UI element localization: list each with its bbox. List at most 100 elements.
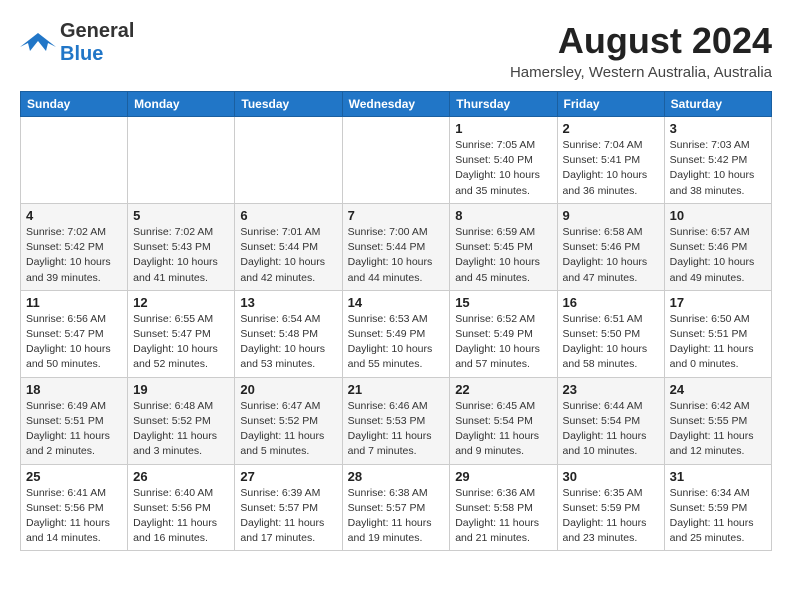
day-number: 24	[670, 382, 766, 397]
table-row: 28 Sunrise: 6:38 AM Sunset: 5:57 PM Dayli…	[342, 464, 450, 551]
table-row: 10Sunrise: 6:57 AM Sunset: 5:46 PM Dayli…	[664, 203, 771, 290]
day-info: Sunrise: 6:59 AM Sunset: 5:45 PM Dayligh…	[455, 225, 551, 286]
col-monday: Monday	[128, 92, 235, 117]
day-info: Sunrise: 6:38 AM Sunset: 5:57 PM Dayligh…	[348, 486, 445, 547]
day-info: Sunrise: 6:39 AM Sunset: 5:57 PM Dayligh…	[240, 486, 336, 547]
table-row: 24 Sunrise: 6:42 AM Sunset: 5:55 PM Dayli…	[664, 377, 771, 464]
day-number: 15	[455, 295, 551, 310]
calendar-table: Sunday Monday Tuesday Wednesday Thursday…	[20, 91, 772, 551]
logo: General Blue	[20, 20, 134, 66]
day-number: 14	[348, 295, 445, 310]
table-row: 20 Sunrise: 6:47 AM Sunset: 5:52 PM Dayli…	[235, 377, 342, 464]
day-number: 20	[240, 382, 336, 397]
day-info: Sunrise: 7:02 AM Sunset: 5:43 PM Dayligh…	[133, 225, 229, 286]
day-number: 10	[670, 208, 766, 223]
day-info: Sunrise: 6:58 AM Sunset: 5:46 PM Dayligh…	[563, 225, 659, 286]
table-row: 1 Sunrise: 7:05 AM Sunset: 5:40 PM Daylig…	[450, 117, 557, 204]
day-info: Sunrise: 6:40 AM Sunset: 5:56 PM Dayligh…	[133, 486, 229, 547]
day-info: Sunrise: 7:04 AM Sunset: 5:41 PM Dayligh…	[563, 138, 659, 199]
table-row: 12Sunrise: 6:55 AM Sunset: 5:47 PM Dayli…	[128, 290, 235, 377]
day-info: Sunrise: 6:34 AM Sunset: 5:59 PM Dayligh…	[670, 486, 766, 547]
location: Hamersley, Western Australia, Australia	[510, 64, 772, 81]
day-info: Sunrise: 6:45 AM Sunset: 5:54 PM Dayligh…	[455, 399, 551, 460]
day-info: Sunrise: 7:05 AM Sunset: 5:40 PM Dayligh…	[455, 138, 551, 199]
table-row: 4 Sunrise: 7:02 AM Sunset: 5:42 PM Daylig…	[21, 203, 128, 290]
col-tuesday: Tuesday	[235, 92, 342, 117]
table-row	[235, 117, 342, 204]
logo-blue: Blue	[60, 43, 103, 65]
table-row: 21Sunrise: 6:46 AM Sunset: 5:53 PM Dayli…	[342, 377, 450, 464]
table-row: 26 Sunrise: 6:40 AM Sunset: 5:56 PM Dayli…	[128, 464, 235, 551]
day-number: 18	[26, 382, 122, 397]
table-row: 31 Sunrise: 6:34 AM Sunset: 5:59 PM Dayli…	[664, 464, 771, 551]
day-info: Sunrise: 6:52 AM Sunset: 5:49 PM Dayligh…	[455, 312, 551, 373]
table-row	[342, 117, 450, 204]
day-number: 4	[26, 208, 122, 223]
col-sunday: Sunday	[21, 92, 128, 117]
day-info: Sunrise: 6:41 AM Sunset: 5:56 PM Dayligh…	[26, 486, 122, 547]
table-row: 2 Sunrise: 7:04 AM Sunset: 5:41 PM Daylig…	[557, 117, 664, 204]
day-number: 3	[670, 121, 766, 136]
calendar-week-row: 25Sunrise: 6:41 AM Sunset: 5:56 PM Dayli…	[21, 464, 772, 551]
logo-general: General	[60, 20, 134, 42]
day-info: Sunrise: 6:48 AM Sunset: 5:52 PM Dayligh…	[133, 399, 229, 460]
table-row: 7 Sunrise: 7:00 AM Sunset: 5:44 PM Daylig…	[342, 203, 450, 290]
table-row: 29Sunrise: 6:36 AM Sunset: 5:58 PM Dayli…	[450, 464, 557, 551]
table-row: 11Sunrise: 6:56 AM Sunset: 5:47 PM Dayli…	[21, 290, 128, 377]
day-info: Sunrise: 6:46 AM Sunset: 5:53 PM Dayligh…	[348, 399, 445, 460]
month-year: August 2024	[510, 20, 772, 62]
day-info: Sunrise: 6:42 AM Sunset: 5:55 PM Dayligh…	[670, 399, 766, 460]
table-row: 5 Sunrise: 7:02 AM Sunset: 5:43 PM Daylig…	[128, 203, 235, 290]
day-number: 31	[670, 469, 766, 484]
day-info: Sunrise: 6:35 AM Sunset: 5:59 PM Dayligh…	[563, 486, 659, 547]
day-info: Sunrise: 6:47 AM Sunset: 5:52 PM Dayligh…	[240, 399, 336, 460]
table-row: 30 Sunrise: 6:35 AM Sunset: 5:59 PM Dayli…	[557, 464, 664, 551]
table-row: 15 Sunrise: 6:52 AM Sunset: 5:49 PM Dayli…	[450, 290, 557, 377]
day-info: Sunrise: 7:00 AM Sunset: 5:44 PM Dayligh…	[348, 225, 445, 286]
day-number: 7	[348, 208, 445, 223]
table-row: 23Sunrise: 6:44 AM Sunset: 5:54 PM Dayli…	[557, 377, 664, 464]
table-row: 9 Sunrise: 6:58 AM Sunset: 5:46 PM Daylig…	[557, 203, 664, 290]
table-row	[21, 117, 128, 204]
col-friday: Friday	[557, 92, 664, 117]
day-number: 22	[455, 382, 551, 397]
day-number: 26	[133, 469, 229, 484]
day-number: 23	[563, 382, 659, 397]
table-row: 16Sunrise: 6:51 AM Sunset: 5:50 PM Dayli…	[557, 290, 664, 377]
logo-icon	[20, 29, 56, 57]
table-row: 14Sunrise: 6:53 AM Sunset: 5:49 PM Dayli…	[342, 290, 450, 377]
day-number: 8	[455, 208, 551, 223]
day-info: Sunrise: 7:02 AM Sunset: 5:42 PM Dayligh…	[26, 225, 122, 286]
title-block: August 2024 Hamersley, Western Australia…	[510, 20, 772, 81]
table-row	[128, 117, 235, 204]
calendar-week-row: 1 Sunrise: 7:05 AM Sunset: 5:40 PM Daylig…	[21, 117, 772, 204]
day-number: 2	[563, 121, 659, 136]
day-info: Sunrise: 7:01 AM Sunset: 5:44 PM Dayligh…	[240, 225, 336, 286]
table-row: 13 Sunrise: 6:54 AM Sunset: 5:48 PM Dayli…	[235, 290, 342, 377]
day-number: 28	[348, 469, 445, 484]
day-number: 5	[133, 208, 229, 223]
table-row: 6 Sunrise: 7:01 AM Sunset: 5:44 PM Daylig…	[235, 203, 342, 290]
day-info: Sunrise: 7:03 AM Sunset: 5:42 PM Dayligh…	[670, 138, 766, 199]
day-info: Sunrise: 6:54 AM Sunset: 5:48 PM Dayligh…	[240, 312, 336, 373]
table-row: 27Sunrise: 6:39 AM Sunset: 5:57 PM Dayli…	[235, 464, 342, 551]
day-number: 9	[563, 208, 659, 223]
day-info: Sunrise: 6:55 AM Sunset: 5:47 PM Dayligh…	[133, 312, 229, 373]
calendar-week-row: 4 Sunrise: 7:02 AM Sunset: 5:42 PM Daylig…	[21, 203, 772, 290]
calendar-week-row: 11Sunrise: 6:56 AM Sunset: 5:47 PM Dayli…	[21, 290, 772, 377]
day-info: Sunrise: 6:49 AM Sunset: 5:51 PM Dayligh…	[26, 399, 122, 460]
day-number: 30	[563, 469, 659, 484]
table-row: 19Sunrise: 6:48 AM Sunset: 5:52 PM Dayli…	[128, 377, 235, 464]
table-row: 8 Sunrise: 6:59 AM Sunset: 5:45 PM Daylig…	[450, 203, 557, 290]
day-number: 6	[240, 208, 336, 223]
day-number: 13	[240, 295, 336, 310]
day-info: Sunrise: 6:50 AM Sunset: 5:51 PM Dayligh…	[670, 312, 766, 373]
table-row: 17Sunrise: 6:50 AM Sunset: 5:51 PM Dayli…	[664, 290, 771, 377]
col-thursday: Thursday	[450, 92, 557, 117]
table-row: 3 Sunrise: 7:03 AM Sunset: 5:42 PM Daylig…	[664, 117, 771, 204]
table-row: 18 Sunrise: 6:49 AM Sunset: 5:51 PM Dayli…	[21, 377, 128, 464]
day-info: Sunrise: 6:51 AM Sunset: 5:50 PM Dayligh…	[563, 312, 659, 373]
table-row: 22 Sunrise: 6:45 AM Sunset: 5:54 PM Dayli…	[450, 377, 557, 464]
day-number: 1	[455, 121, 551, 136]
table-row: 25Sunrise: 6:41 AM Sunset: 5:56 PM Dayli…	[21, 464, 128, 551]
